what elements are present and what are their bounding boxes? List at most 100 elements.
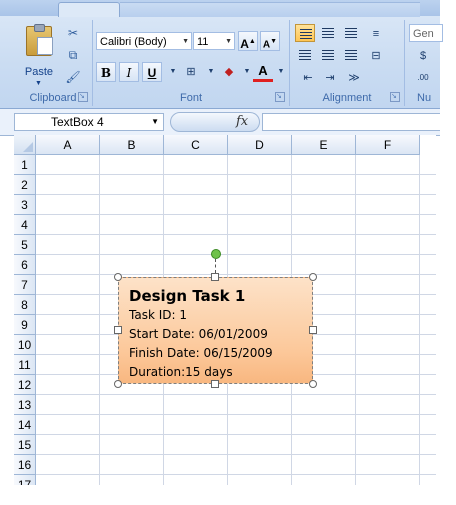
column-header-f[interactable]: F [356,135,420,155]
row-header-8[interactable]: 8 [14,295,36,315]
ribbon-tab-strip [0,0,440,17]
align-center-button[interactable] [318,46,338,64]
paste-button[interactable]: Paste ▼ [18,24,60,88]
middle-align-button[interactable] [318,24,338,42]
resize-handle-top[interactable] [211,273,219,281]
align-center-icon [322,50,334,60]
insert-function-button[interactable]: fx [236,114,248,129]
chevron-down-icon: ▼ [35,80,42,87]
align-top-icon [300,29,312,39]
font-color-button[interactable]: A [253,62,273,82]
row-header-17[interactable]: 17 [14,475,36,485]
wrap-text-icon[interactable]: ≫ [344,68,364,88]
font-name-select[interactable]: Calibri (Body) ▼ [96,32,192,50]
clipboard-icon [26,24,53,56]
row-header-5[interactable]: 5 [14,235,36,255]
row-header-9[interactable]: 9 [14,315,36,335]
font-group: Calibri (Body) ▼ 11 ▼ A▲ A▼ B I U ▼ ⊞ ▼ … [93,20,290,106]
excel-window: Paste ▼ ✂ ⧉ 🖌 Clipboard ↘ Calibri (Body)… [0,0,456,505]
font-size-select[interactable]: 11 ▼ [193,32,235,50]
dialog-launcher-icon[interactable]: ↘ [78,92,88,102]
font-size-value: 11 [197,36,209,48]
grow-font-button[interactable]: A▲ [238,31,258,51]
row-header-14[interactable]: 14 [14,415,36,435]
row-header-1[interactable]: 1 [14,155,36,175]
text-box-line: Task ID: 1 [129,308,187,322]
fill-color-icon[interactable]: ◆ [219,62,239,82]
resize-handle-bottom-right[interactable] [309,380,317,388]
name-box[interactable]: TextBox 4 ▼ [14,113,164,131]
text-box[interactable]: Design Task 1 Task ID: 1 Start Date: 06/… [118,277,313,384]
bottom-align-button[interactable] [341,24,361,42]
borders-icon[interactable]: ⊞ [181,62,201,82]
underline-button[interactable]: U [142,62,162,82]
clipboard-group: Paste ▼ ✂ ⧉ 🖌 Clipboard ↘ [14,20,93,106]
chevron-down-icon: ▼ [225,38,232,45]
copy-icon[interactable]: ⧉ [64,46,82,64]
italic-button[interactable]: I [119,62,139,82]
row-header-11[interactable]: 11 [14,355,36,375]
align-left-icon [299,50,311,60]
resize-handle-left[interactable] [114,326,122,334]
row-header-2[interactable]: 2 [14,175,36,195]
row-header-12[interactable]: 12 [14,375,36,395]
resize-handle-bottom-left[interactable] [114,380,122,388]
tab-home[interactable] [58,2,120,17]
column-header-b[interactable]: B [100,135,164,155]
align-right-button[interactable] [341,46,361,64]
column-header-e[interactable]: E [292,135,356,155]
align-left-button[interactable] [295,46,315,64]
text-box-line: Start Date: 06/01/2009 [129,327,268,341]
merge-center-icon[interactable]: ⊟ [366,46,386,66]
tab-strip-remaining [120,2,420,17]
orientation-icon[interactable]: ≡ [366,24,386,44]
font-name-value: Calibri (Body) [100,36,167,48]
dialog-launcher-icon[interactable]: ↘ [390,92,400,102]
row-header-4[interactable]: 4 [14,215,36,235]
formula-bar: TextBox 4 ▼ fx [0,109,440,136]
format-painter-icon[interactable]: 🖌 [64,68,82,86]
resize-handle-bottom[interactable] [211,380,219,388]
paste-label: Paste [24,66,54,78]
chevron-down-icon[interactable]: ▼ [163,62,183,82]
row-header-13[interactable]: 13 [14,395,36,415]
top-align-button[interactable] [295,24,315,42]
text-box-line: Finish Date: 06/15/2009 [129,346,273,360]
resize-handle-right[interactable] [309,326,317,334]
select-all-corner[interactable] [14,135,36,155]
align-bottom-icon [345,28,357,38]
column-header-a[interactable]: A [36,135,100,155]
text-box-title: Design Task 1 [129,287,246,305]
formula-input[interactable] [262,113,440,131]
resize-handle-top-right[interactable] [309,273,317,281]
row-header-7[interactable]: 7 [14,275,36,295]
alignment-group-label: Alignment [322,92,372,104]
chevron-down-icon[interactable]: ▼ [151,114,159,130]
chevron-down-icon: ▼ [182,38,189,45]
name-box-value: TextBox 4 [51,115,104,129]
align-right-icon [345,50,357,60]
row-header-3[interactable]: 3 [14,195,36,215]
row-header-10[interactable]: 10 [14,335,36,355]
shrink-font-button[interactable]: A▼ [260,31,280,51]
cut-icon[interactable]: ✂ [64,24,82,42]
chevron-down-icon[interactable]: ▼ [271,62,291,82]
decrease-indent-icon[interactable]: ⇤ [298,68,318,88]
bold-button[interactable]: B [96,62,116,82]
dialog-launcher-icon[interactable]: ↘ [275,92,285,102]
row-header-6[interactable]: 6 [14,255,36,275]
rotate-handle[interactable] [211,249,221,259]
column-header-d[interactable]: D [228,135,292,155]
chevron-down-icon[interactable]: ▼ [201,62,221,82]
resize-handle-top-left[interactable] [114,273,122,281]
decrease-decimal-icon[interactable]: .00 [413,68,433,88]
currency-button[interactable]: $ [413,46,433,66]
increase-indent-icon[interactable]: ⇥ [320,68,340,88]
row-header-15[interactable]: 15 [14,435,36,455]
row-header-16[interactable]: 16 [14,455,36,475]
ribbon: Paste ▼ ✂ ⧉ 🖌 Clipboard ↘ Calibri (Body)… [0,0,443,109]
column-header-c[interactable]: C [164,135,228,155]
number-format-select[interactable]: Gen [409,24,443,42]
grow-font-label: A [240,37,249,51]
alignment-group: ≡ ⊟ ⇤ ⇥ ≫ Alignment ↘ [290,20,405,106]
